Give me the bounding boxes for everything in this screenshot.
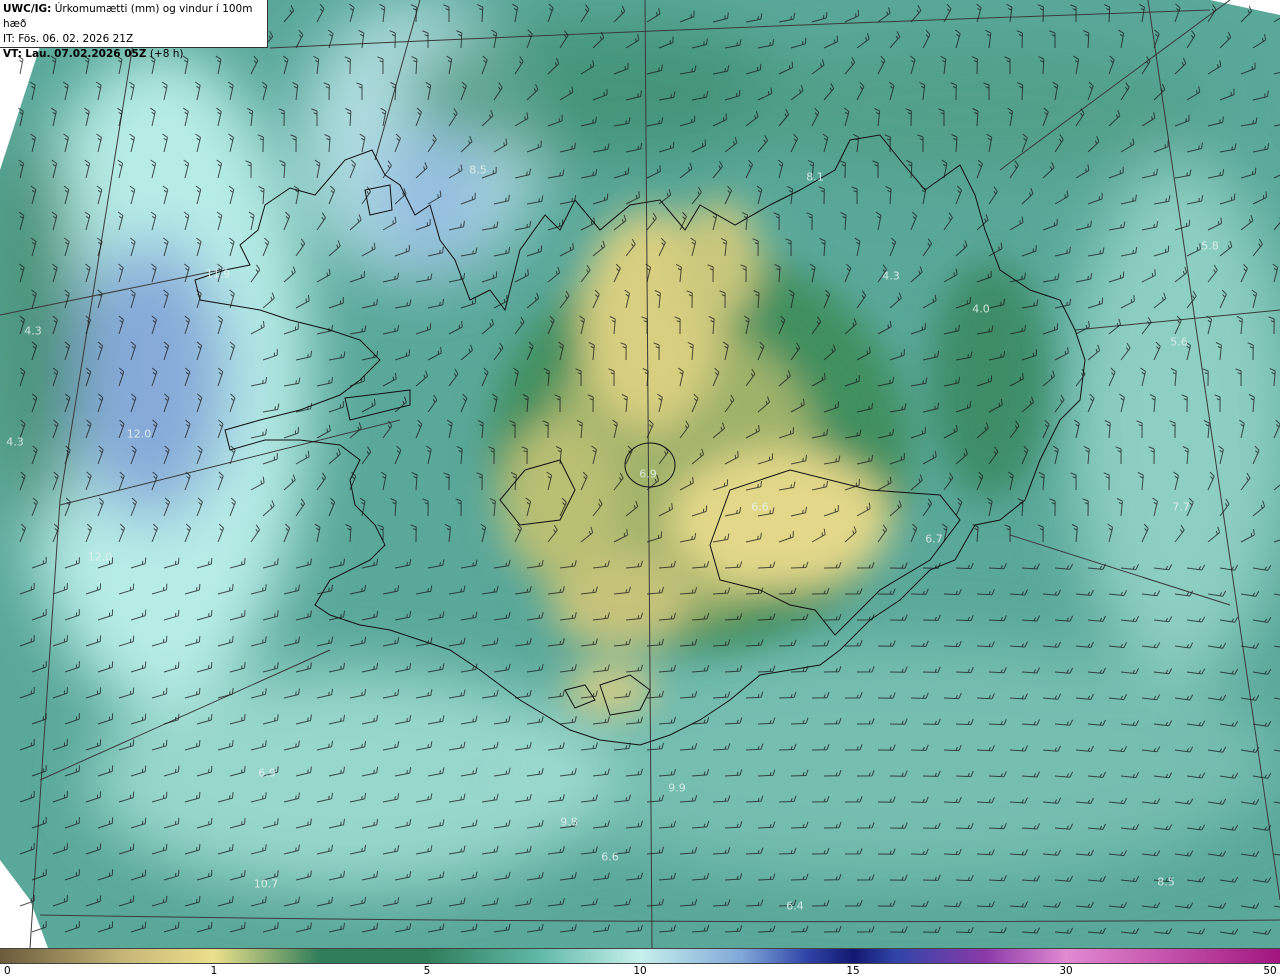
value-label: 10.7 — [253, 877, 279, 891]
value-label: 6.4 — [786, 899, 804, 913]
value-label: 8.5 — [469, 163, 487, 177]
value-label: 6.9 — [258, 766, 276, 780]
model-name: UWC/IG: — [3, 3, 52, 15]
value-label: 4.3 — [6, 435, 24, 449]
value-label: 12.0 — [126, 427, 152, 441]
valid-offset: (+8 h) — [149, 48, 184, 60]
value-label: 6.6 — [751, 500, 769, 514]
value-label: 8.1 — [806, 170, 824, 184]
value-label: 9.8 — [560, 815, 578, 829]
value-label: 5.6 — [1170, 335, 1188, 349]
colorbar-tick: 1 — [210, 965, 218, 977]
colorbar-gradient — [0, 948, 1280, 964]
colorbar-tick: 0 — [4, 965, 11, 977]
colorbar-tick: 5 — [423, 965, 431, 977]
colorbar-tick: 30 — [1059, 965, 1073, 977]
value-label: 4.0 — [972, 302, 990, 316]
value-label: 6.6 — [601, 850, 619, 864]
info-box: UWC/IG: Úrkomumætti (mm) og vindur í 100… — [0, 0, 268, 60]
init-time: IT: Fös. 06. 02. 2026 21Z — [3, 33, 134, 45]
title-line: UWC/IG: Úrkomumætti (mm) og vindur í 100… — [3, 2, 267, 32]
colorbar-tick: 50 — [1263, 965, 1277, 977]
forecast-map[interactable]: 8.5 8.1 5.8 11.9 4.3 4.3 4.0 5.6 12.0 4.… — [0, 0, 1280, 948]
value-label: 6.9 — [639, 467, 657, 481]
value-label: 5.8 — [1201, 239, 1219, 253]
value-label: 9.9 — [668, 781, 686, 795]
value-label: 7.7 — [1172, 500, 1190, 514]
colorbar: 0 1 5 10 15 30 50 — [0, 948, 1280, 978]
valid-time: Lau. 07.02.2026 05Z — [25, 48, 147, 60]
value-label: 4.3 — [882, 269, 900, 283]
valid-prefix: VT: — [3, 48, 22, 60]
value-label: 4.3 — [24, 324, 42, 338]
valid-time-line: VT: Lau. 07.02.2026 05Z (+8 h) — [3, 47, 267, 62]
colorbar-tick: 10 — [633, 965, 647, 977]
value-label: 8.5 — [1157, 875, 1175, 889]
value-label: 6.7 — [925, 532, 943, 546]
value-label: 11.9 — [205, 267, 231, 281]
colorbar-tick: 15 — [846, 965, 860, 977]
value-label: 12.0 — [87, 550, 113, 564]
